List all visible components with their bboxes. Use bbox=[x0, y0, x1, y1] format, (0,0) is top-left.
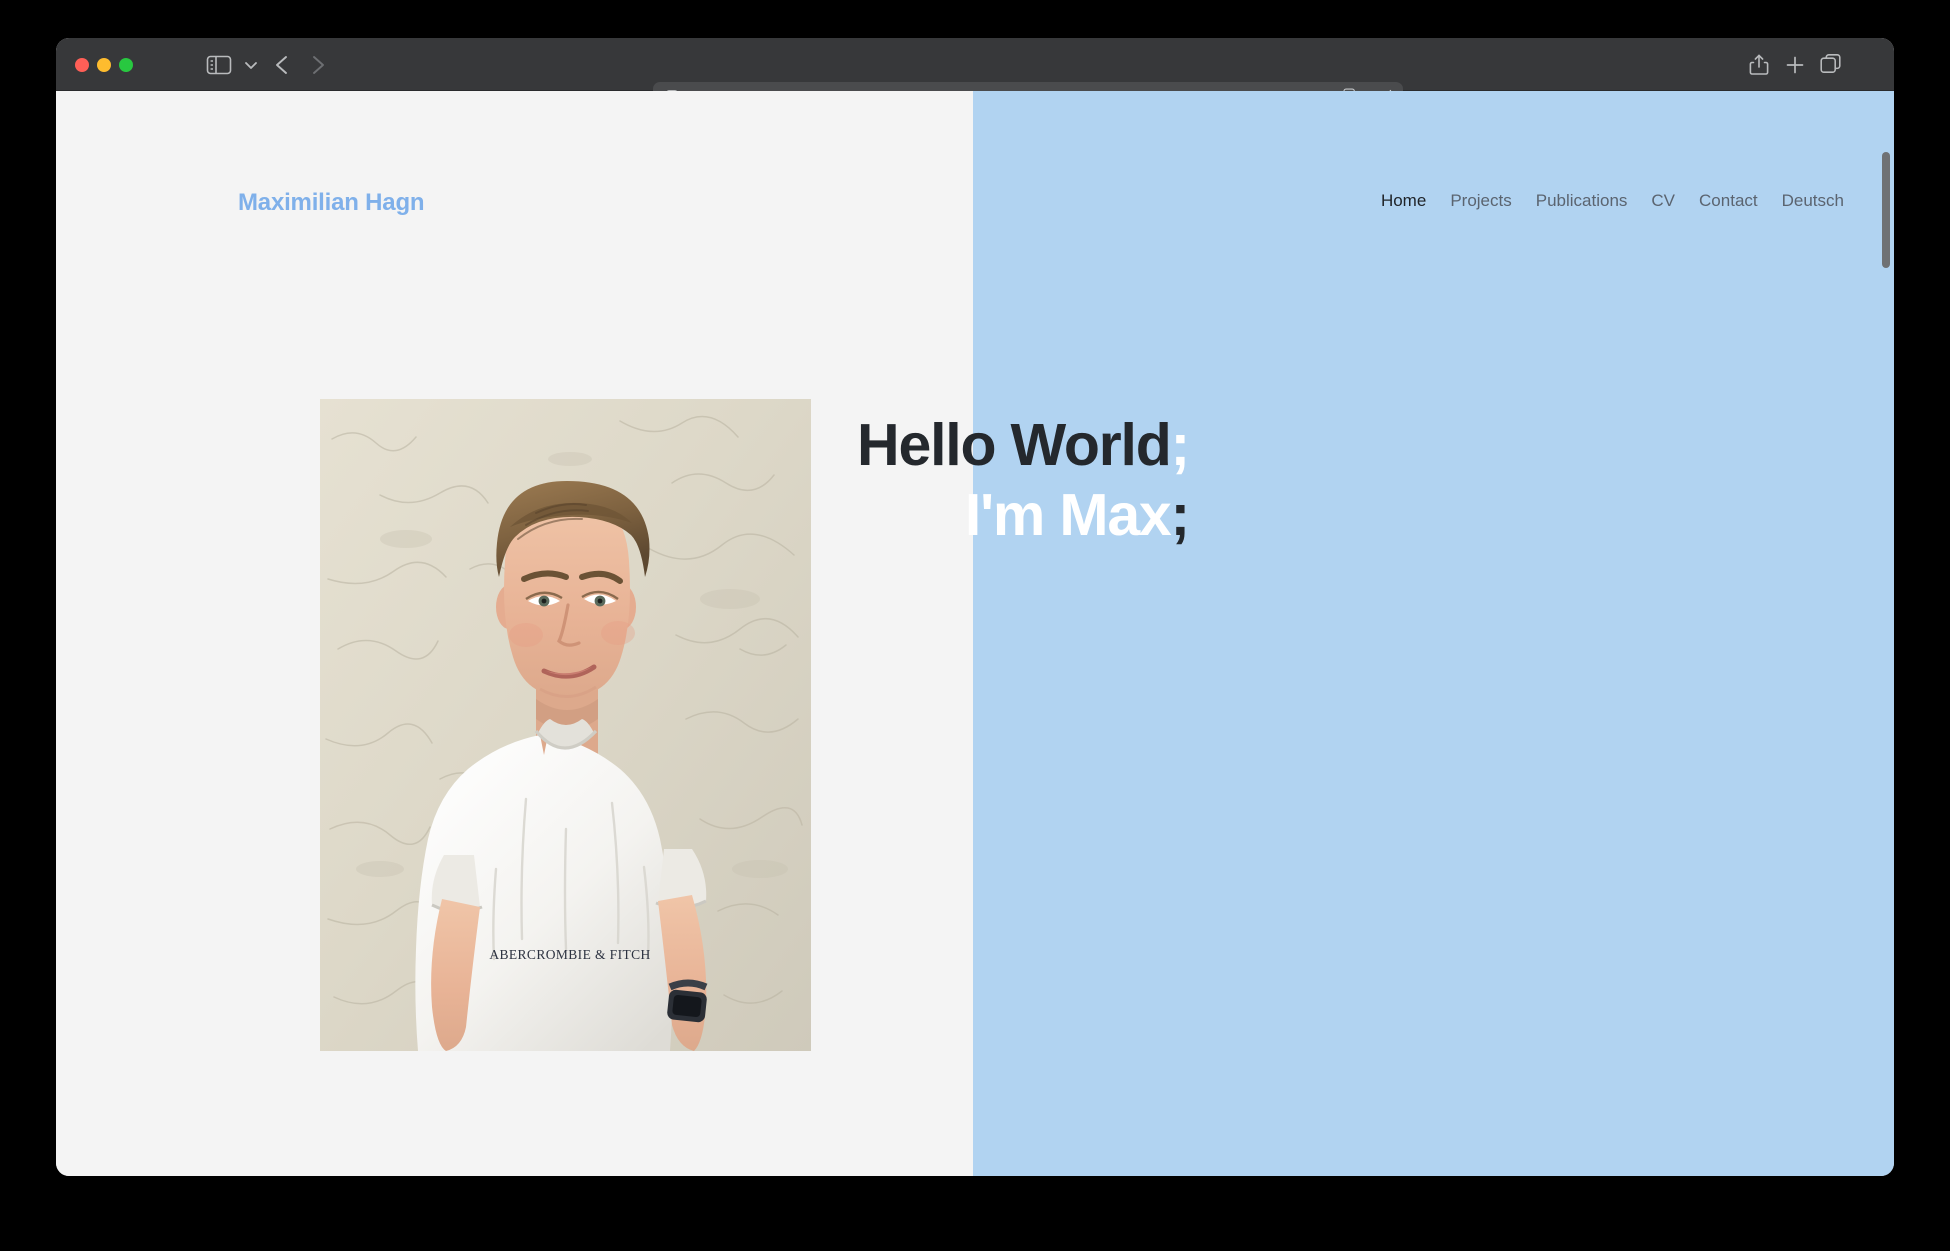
nav-item-deutsch[interactable]: Deutsch bbox=[1782, 191, 1844, 211]
page-scrollbar[interactable] bbox=[1878, 144, 1894, 1176]
page-viewport: Maximilian Hagn ABERCROMBIE & FITCH Home… bbox=[56, 91, 1894, 1176]
chevron-down-icon[interactable] bbox=[242, 55, 260, 75]
back-button[interactable] bbox=[270, 52, 296, 78]
site-logo[interactable]: Maximilian Hagn bbox=[238, 189, 425, 217]
window-controls bbox=[75, 58, 133, 72]
new-tab-icon[interactable] bbox=[1782, 52, 1808, 78]
forward-button[interactable] bbox=[304, 52, 330, 78]
sidebar-icon[interactable] bbox=[206, 54, 232, 76]
hero-line-1-punctuation: ; bbox=[1170, 412, 1191, 478]
hero-line-2-punctuation: ; bbox=[1170, 482, 1191, 548]
nav-item-projects[interactable]: Projects bbox=[1450, 191, 1511, 211]
nav-item-publications[interactable]: Publications bbox=[1536, 191, 1628, 211]
browser-toolbar: maximilian.hagn.network A 文 bbox=[56, 38, 1894, 113]
nav-item-home[interactable]: Home bbox=[1381, 191, 1426, 211]
hero-line-1-text: Hello World bbox=[857, 412, 1172, 478]
hero-line-1: Hello World; bbox=[857, 416, 1190, 475]
share-icon[interactable] bbox=[1746, 52, 1772, 78]
portrait-photo-graphic: ABERCROMBIE & FITCH bbox=[320, 399, 811, 1051]
nav-item-contact[interactable]: Contact bbox=[1699, 191, 1758, 211]
hero-line-2: I'm Max; bbox=[965, 486, 1190, 545]
hero-line-2-text: I'm Max bbox=[964, 482, 1172, 548]
portrait-photo: ABERCROMBIE & FITCH bbox=[320, 399, 811, 1051]
browser-window: maximilian.hagn.network A 文 bbox=[56, 38, 1894, 1176]
tab-overview-icon[interactable] bbox=[1818, 52, 1844, 78]
site-navigation: Home Projects Publications CV Contact De… bbox=[1381, 191, 1844, 211]
maximize-window-button[interactable] bbox=[119, 58, 133, 72]
svg-text:ABERCROMBIE & FITCH: ABERCROMBIE & FITCH bbox=[489, 947, 650, 962]
left-panel: Maximilian Hagn ABERCROMBIE & FITCH bbox=[56, 91, 973, 1176]
minimize-window-button[interactable] bbox=[97, 58, 111, 72]
scrollbar-thumb[interactable] bbox=[1882, 152, 1890, 268]
close-window-button[interactable] bbox=[75, 58, 89, 72]
right-panel: Home Projects Publications CV Contact De… bbox=[857, 91, 1894, 1176]
nav-item-cv[interactable]: CV bbox=[1651, 191, 1675, 211]
